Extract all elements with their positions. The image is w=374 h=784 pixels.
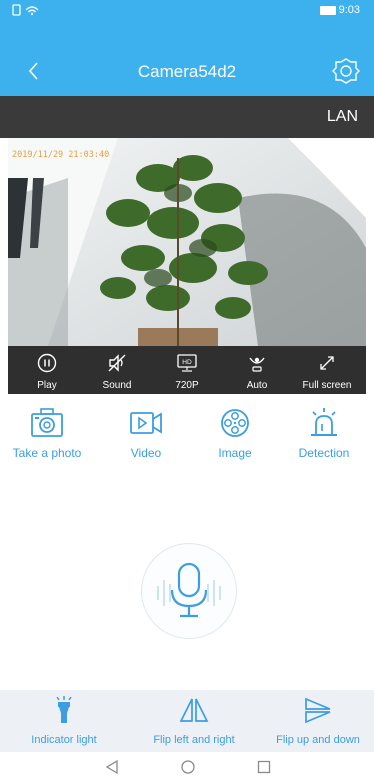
take-photo-label: Take a photo	[12, 446, 82, 460]
night-mode-label: Auto	[246, 380, 268, 391]
status-icons	[12, 4, 42, 19]
resolution-label: 720P	[175, 380, 199, 391]
detection-button[interactable]: Detection	[279, 402, 369, 462]
fullscreen-button[interactable]: Full screen	[292, 346, 362, 394]
night-mode-button[interactable]: Auto	[222, 346, 292, 394]
indicator-light-button[interactable]: Indicator light	[14, 694, 114, 750]
nav-home-icon[interactable]	[180, 759, 196, 775]
video-controls-bar: Play Sound HD 720P Auto Full screen	[8, 346, 366, 394]
camera-scene-image	[8, 138, 366, 346]
svg-text:HD: HD	[182, 359, 192, 366]
play-button[interactable]: Play	[12, 346, 82, 394]
microphone-icon	[157, 562, 221, 618]
battery-icon	[319, 5, 336, 15]
sim-wifi-icon	[12, 4, 39, 16]
flip-vertical-icon	[305, 697, 331, 724]
flip-horizontal-label: Flip left and right	[153, 734, 235, 746]
flip-vertical-label: Flip up and down	[276, 734, 360, 746]
sound-button[interactable]: Sound	[82, 346, 152, 394]
flashlight-icon	[56, 696, 72, 723]
record-video-button[interactable]: Video	[101, 402, 191, 462]
indicator-light-label: Indicator light	[31, 734, 97, 746]
video-record-icon	[130, 412, 162, 434]
flip-vertical-button[interactable]: Flip up and down	[266, 694, 370, 750]
status-right: 9:03	[319, 4, 360, 16]
pause-icon	[37, 353, 57, 373]
system-nav-bar	[0, 752, 374, 784]
status-time: 9:03	[338, 4, 360, 16]
camera-icon	[31, 408, 63, 437]
video-feed[interactable]	[8, 138, 366, 346]
night-vision-icon	[249, 357, 265, 372]
sound-muted-icon	[108, 354, 126, 372]
alarm-icon	[311, 408, 337, 436]
nav-recents-icon[interactable]	[256, 759, 272, 775]
nav-back-icon[interactable]	[104, 759, 120, 775]
fullscreen-label: Full screen	[302, 380, 352, 391]
image-gallery-button[interactable]: Image	[190, 402, 280, 462]
play-label: Play	[37, 380, 57, 391]
video-timestamp: 2019/11/29 21:03:40	[12, 150, 110, 160]
flip-horizontal-icon	[179, 698, 209, 722]
record-video-label: Video	[130, 446, 162, 460]
connection-bar	[0, 96, 374, 138]
detection-label: Detection	[298, 446, 350, 460]
push-to-talk-button[interactable]	[141, 543, 237, 639]
take-photo-button[interactable]: Take a photo	[2, 402, 92, 462]
connection-mode: LAN	[326, 108, 358, 125]
film-reel-icon	[221, 409, 249, 437]
image-gallery-label: Image	[218, 446, 252, 460]
settings-gear-icon[interactable]	[332, 57, 360, 85]
flip-horizontal-button[interactable]: Flip left and right	[142, 694, 246, 750]
page-title: Camera54d2	[137, 62, 237, 81]
fullscreen-icon	[320, 356, 334, 370]
resolution-button[interactable]: HD 720P	[152, 346, 222, 394]
sound-label: Sound	[102, 380, 132, 391]
hd-icon: HD	[177, 354, 197, 372]
